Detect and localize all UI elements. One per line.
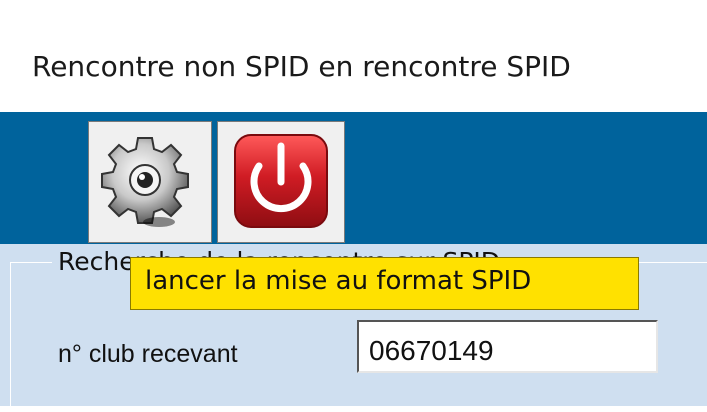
club-label: n° club recevant	[58, 340, 238, 368]
tooltip: lancer la mise au format SPID	[130, 257, 639, 310]
club-number-input[interactable]	[357, 320, 658, 373]
settings-button[interactable]	[88, 121, 212, 243]
power-icon	[234, 134, 328, 228]
window-title: Rencontre non SPID en rencontre SPID	[32, 50, 571, 83]
power-button[interactable]	[217, 121, 345, 243]
gear-icon	[101, 137, 189, 227]
app-window: Rencontre non SPID en rencontre SPID Rec…	[0, 0, 707, 412]
title-bar: Rencontre non SPID en rencontre SPID	[0, 0, 707, 100]
